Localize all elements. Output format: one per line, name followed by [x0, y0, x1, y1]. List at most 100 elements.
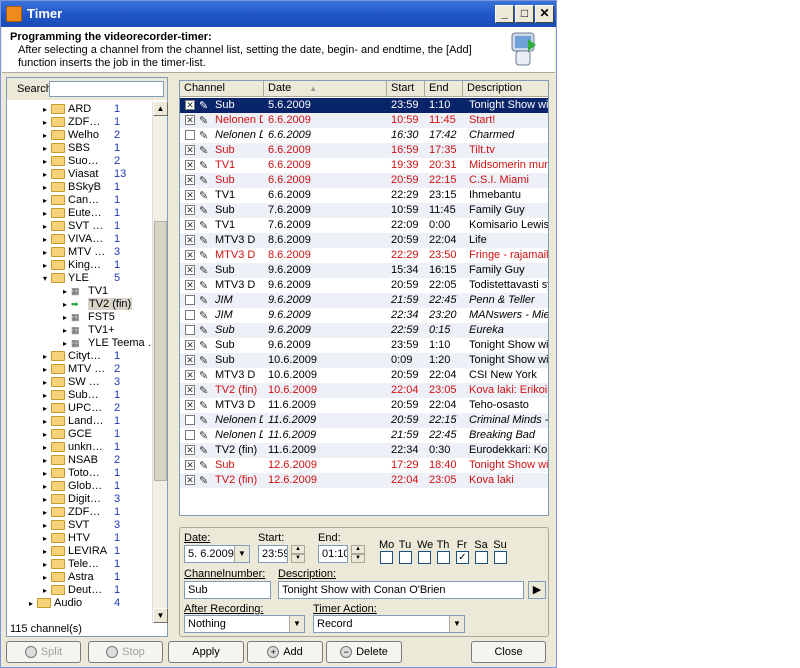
table-row[interactable]: ✎ Nelonen D 11.6.2009 20:59 22:15 Criminal Mi…	[180, 413, 548, 428]
table-row[interactable]: ✕ ✎ Sub 5.6.2009 23:59 1:10 Tonight Show with	[180, 98, 548, 113]
tree-node[interactable]: ▸ Eute…	[43, 207, 102, 220]
close-button[interactable]: Close	[471, 641, 546, 663]
expand-icon[interactable]: ▸	[43, 480, 51, 493]
tree-node[interactable]: ▸ Glob…	[43, 480, 102, 493]
expand-icon[interactable]: ▸	[43, 116, 51, 129]
tree-node[interactable]: ▸ unkn…	[43, 441, 103, 454]
tree-node[interactable]: ▸ Can…	[43, 194, 99, 207]
column-header-description[interactable]: Description	[463, 81, 548, 97]
expand-icon[interactable]: ▸	[43, 389, 51, 402]
row-checkbox[interactable]: ✕	[185, 370, 195, 380]
table-row[interactable]: ✕ ✎ MTV3 D 10.6.2009 20:59 22:04 CSI New York	[180, 368, 548, 383]
tree-node[interactable]: ▸ Deut…	[43, 584, 102, 597]
tree-node[interactable]: ▸ Welho	[43, 129, 99, 142]
expand-icon[interactable]: ▸	[43, 194, 51, 207]
expand-icon[interactable]: ▸	[43, 233, 51, 246]
table-row[interactable]: ✕ ✎ Nelonen D 6.6.2009 10:59 11:45 Start!	[180, 113, 548, 128]
channelnumber-input[interactable]: Sub	[184, 581, 271, 599]
tree-node[interactable]: ▸ BSkyB	[43, 181, 101, 194]
weekday-checkbox[interactable]	[437, 551, 450, 564]
expand-icon[interactable]: ▸	[63, 311, 71, 324]
end-spin-down[interactable]: ▼	[351, 554, 365, 563]
tree-node[interactable]: ▸ GCE	[43, 428, 92, 441]
expand-icon[interactable]: ▸	[43, 142, 51, 155]
start-spin-up[interactable]: ▲	[291, 545, 305, 554]
expand-icon[interactable]: ▸	[29, 597, 37, 610]
table-row[interactable]: ✕ ✎ TV2 (fin) 12.6.2009 22:04 23:05 Kova laki	[180, 473, 548, 488]
tree-scrollbar[interactable]: ▲ ▼	[152, 101, 168, 623]
table-row[interactable]: ✕ ✎ MTV3 D 9.6.2009 20:59 22:05 Todistettavast…	[180, 278, 548, 293]
weekday-checkbox[interactable]	[475, 551, 488, 564]
tree-node[interactable]: ▸ Sub…	[43, 389, 99, 402]
table-row[interactable]: ✕ ✎ Sub 6.6.2009 16:59 17:35 Tilt.tv	[180, 143, 548, 158]
row-checkbox[interactable]: ✕	[185, 400, 195, 410]
expand-icon[interactable]: ▸	[43, 246, 51, 259]
row-checkbox[interactable]: ✕	[185, 175, 195, 185]
split-button[interactable]: Split	[6, 641, 81, 663]
expand-icon[interactable]: ▸	[43, 207, 51, 220]
row-checkbox[interactable]: ✕	[185, 250, 195, 260]
row-checkbox[interactable]: ✕	[185, 160, 195, 170]
expand-icon[interactable]: ▸	[43, 155, 51, 168]
expand-icon[interactable]: ▸	[43, 168, 51, 181]
tree-node[interactable]: ▸ SVT	[43, 519, 89, 532]
row-checkbox[interactable]: ✕	[185, 355, 195, 365]
row-checkbox[interactable]: ✕	[185, 280, 195, 290]
column-header-start[interactable]: Start	[387, 81, 425, 97]
tree-node[interactable]: ▸ ➡ TV2 (fin)	[63, 298, 133, 311]
table-row[interactable]: ✕ ✎ Sub 6.6.2009 20:59 22:15 C.S.I. Miami	[180, 173, 548, 188]
tree-node[interactable]: ▸ Land…	[43, 415, 103, 428]
scroll-thumb[interactable]	[154, 221, 167, 481]
table-row[interactable]: ✎ JIM 9.6.2009 22:34 23:20 MANswers - Miehin…	[180, 308, 548, 323]
expand-icon[interactable]: ▸	[43, 259, 51, 272]
table-row[interactable]: ✎ Nelonen D 11.6.2009 21:59 22:45 Breaking Ba…	[180, 428, 548, 443]
expand-icon[interactable]: ▸	[43, 454, 51, 467]
expand-icon[interactable]: ▸	[43, 506, 51, 519]
table-row[interactable]: ✎ Sub 9.6.2009 22:59 0:15 Eureka	[180, 323, 548, 338]
expand-icon[interactable]: ▸	[63, 298, 71, 311]
row-checkbox[interactable]: ✕	[185, 190, 195, 200]
tree-node[interactable]: ▸ UPC…	[43, 402, 102, 415]
table-row[interactable]: ✕ ✎ MTV3 D 8.6.2009 20:59 22:04 Life	[180, 233, 548, 248]
row-checkbox[interactable]: ✕	[185, 100, 195, 110]
expand-icon[interactable]: ▸	[43, 415, 51, 428]
table-row[interactable]: ✕ ✎ Sub 9.6.2009 15:34 16:15 Family Guy	[180, 263, 548, 278]
chevron-down-icon[interactable]: ▼	[449, 616, 464, 632]
close-window-button[interactable]: ✕	[535, 5, 554, 23]
expand-icon[interactable]: ▸	[43, 467, 51, 480]
channel-tree[interactable]: ▸ ARD 1 ▸ ZDF… 1 ▸ Welho 2 ▸ SBS 1 ▸ Suo… 2 ▸ Viasat 13 ▸ B…	[7, 101, 152, 623]
start-time-input[interactable]: 23:59	[258, 545, 288, 563]
expand-icon[interactable]: ▸	[43, 493, 51, 506]
tree-node[interactable]: ▸ ZDF…	[43, 506, 100, 519]
row-checkbox[interactable]: ✕	[185, 385, 195, 395]
description-input[interactable]: Tonight Show with Conan O'Brien	[278, 581, 524, 599]
row-checkbox[interactable]	[185, 415, 195, 425]
tree-node[interactable]: ▸ ARD	[43, 103, 91, 116]
expand-icon[interactable]: ▸	[63, 337, 71, 350]
apply-button[interactable]: Apply	[168, 641, 244, 663]
column-header-end[interactable]: End	[425, 81, 463, 97]
table-row[interactable]: ✕ ✎ TV1 7.6.2009 22:09 0:00 Komisario Lewis	[180, 218, 548, 233]
tree-node[interactable]: ▸ Astra	[43, 571, 94, 584]
row-checkbox[interactable]: ✕	[185, 220, 195, 230]
expand-icon[interactable]: ▸	[43, 584, 51, 597]
tree-node[interactable]: ▸ MTV …	[43, 363, 105, 376]
chevron-down-icon[interactable]: ▼	[234, 546, 249, 562]
table-row[interactable]: ✕ ✎ TV1 6.6.2009 19:39 20:31 Midsomerin murhat	[180, 158, 548, 173]
start-spin-down[interactable]: ▼	[291, 554, 305, 563]
timer-list-grid[interactable]: Channel Date ▲ Start End Description ✕ ✎ Su…	[179, 80, 549, 516]
tree-node[interactable]: ▸ SBS	[43, 142, 90, 155]
weekday-checkbox[interactable]	[494, 551, 507, 564]
search-input[interactable]	[49, 81, 164, 97]
weekday-checkbox[interactable]	[418, 551, 431, 564]
expand-icon[interactable]: ▸	[43, 428, 51, 441]
expand-icon[interactable]: ▸	[43, 220, 51, 233]
expand-icon[interactable]: ▸	[43, 402, 51, 415]
row-checkbox[interactable]	[185, 295, 195, 305]
tree-node[interactable]: ▸ SW …	[43, 376, 100, 389]
tree-node[interactable]: ▸ MTV …	[43, 246, 105, 259]
tree-node[interactable]: ▸ VIVA…	[43, 233, 103, 246]
tree-node[interactable]: ▸ NSAB	[43, 454, 98, 467]
row-checkbox[interactable]: ✕	[185, 340, 195, 350]
tree-node[interactable]: ▸ Viasat	[43, 168, 98, 181]
